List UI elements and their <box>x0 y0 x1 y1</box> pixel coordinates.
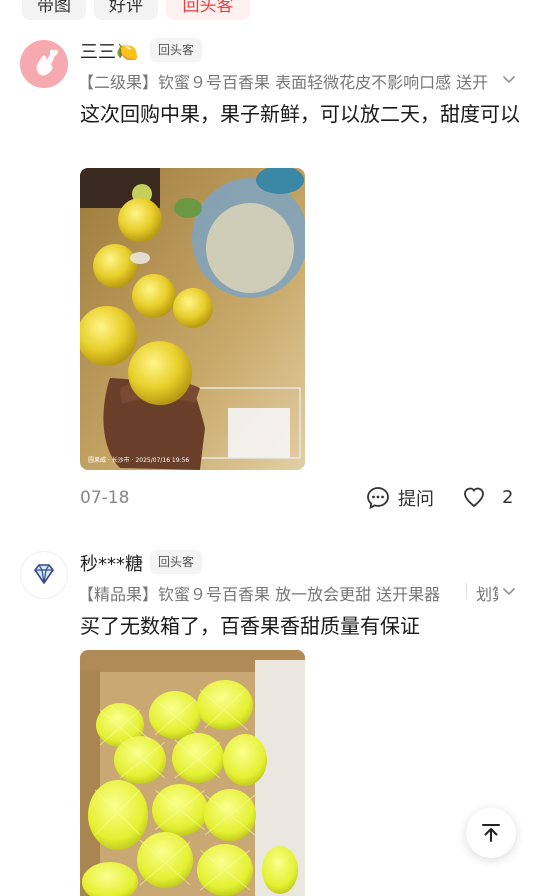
arrow-up-to-top-icon <box>482 824 500 842</box>
diamond-icon <box>34 564 54 584</box>
hand-heart-icon <box>20 40 68 88</box>
repeat-customer-badge: 回头客 <box>150 38 203 62</box>
reviewer-name[interactable]: 秒***糖 <box>80 550 143 576</box>
ask-button[interactable]: 提问 <box>366 485 434 511</box>
repeat-customer-badge: 回头客 <box>150 550 203 574</box>
tab-repeat-customers[interactable]: 回头客 <box>166 0 250 20</box>
question-bubble-icon <box>367 487 389 510</box>
review-photo[interactable] <box>80 650 305 896</box>
tab-with-photos[interactable]: 带图 <box>22 0 86 20</box>
avatar[interactable] <box>20 551 68 599</box>
ask-label: 提问 <box>398 489 434 510</box>
review-photo[interactable]: 圆果威 · 长沙市 · 2025/07/16 19:56 <box>80 168 305 470</box>
product-spec: 【二级果】钦蜜９号百香果 表面轻微花皮不影响口感 送开 <box>78 73 489 92</box>
photo-watermark: 圆果威 · 长沙市 · 2025/07/16 19:56 <box>88 456 189 464</box>
product-spec-more: 划算 <box>476 585 498 604</box>
heart-icon <box>464 487 484 508</box>
chevron-down-icon[interactable] <box>500 583 518 601</box>
chevron-down-icon[interactable] <box>500 71 518 89</box>
filter-tabs: 带图 好评 回头客 <box>0 0 540 24</box>
avatar[interactable] <box>20 40 68 88</box>
reviewer-name[interactable]: 三三🍋 <box>80 38 138 64</box>
review-text: 这次回购中果，果子新鲜，可以放二天，甜度可以 <box>80 102 520 126</box>
review-text: 买了无数箱了，百香果香甜质量有保证 <box>80 614 420 638</box>
like-button[interactable]: 2 <box>462 485 513 509</box>
product-spec: 【精品果】钦蜜９号百香果 放一放会更甜 送开果器 <box>78 585 441 604</box>
tab-positive[interactable]: 好评 <box>94 0 158 20</box>
scroll-to-top-button[interactable] <box>466 808 516 858</box>
review-date: 07-18 <box>80 488 130 508</box>
like-count: 2 <box>502 486 514 508</box>
divider <box>466 583 467 599</box>
